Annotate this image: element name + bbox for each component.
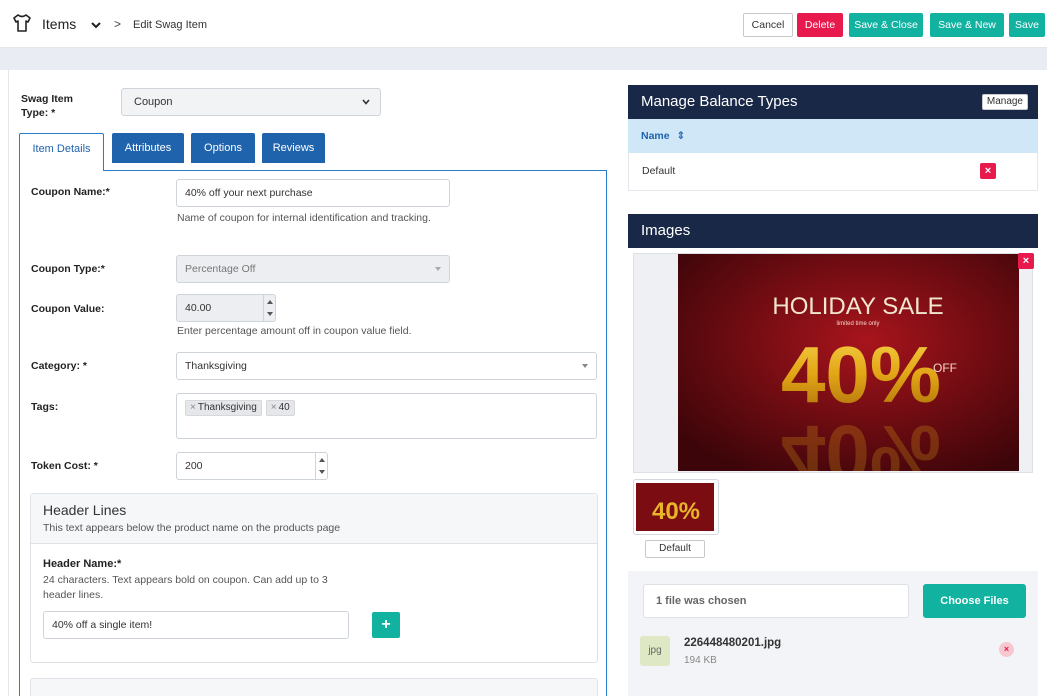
header-name-help: 24 characters. Text appears bold on coup… xyxy=(43,574,328,601)
breadcrumb-items[interactable]: Items xyxy=(42,16,76,32)
svg-text:limited time only: limited time only xyxy=(836,321,879,327)
swag-item-type-select[interactable]: Coupon xyxy=(121,88,381,116)
swag-item-type-label: Swag Item Type: * xyxy=(21,93,73,119)
caret-down-icon xyxy=(582,364,588,368)
balance-types-title: Manage Balance Types xyxy=(641,93,798,110)
holiday-sale-image: HOLIDAY SALE limited time only 40% 40% O… xyxy=(678,254,1019,471)
header-name-input[interactable]: 40% off a single item! xyxy=(43,611,349,639)
category-label: Category: * xyxy=(31,360,88,372)
coupon-type-label: Coupon Type:* xyxy=(31,263,105,275)
header-lines-title: Header Lines xyxy=(43,502,127,518)
save-close-button[interactable]: Save & Close xyxy=(849,13,923,37)
token-cost-input[interactable]: 200 xyxy=(176,452,328,480)
column-name: Name xyxy=(641,130,670,142)
balance-table-header[interactable]: Name ⇕ xyxy=(628,119,1038,153)
remove-tag-icon[interactable]: × xyxy=(190,402,196,413)
default-image-badge[interactable]: Default xyxy=(645,540,705,558)
category-value: Thanksgiving xyxy=(185,360,247,372)
coupon-value-label: Coupon Value: xyxy=(31,303,105,315)
breadcrumb-separator: > xyxy=(114,17,122,31)
tab-item-details[interactable]: Item Details xyxy=(19,133,104,171)
header-lines-subtitle: This text appears below the product name… xyxy=(43,522,341,534)
svg-text:40%: 40% xyxy=(652,498,700,525)
coupon-value-help: Enter percentage amount off in coupon va… xyxy=(177,325,412,337)
tab-attributes[interactable]: Attributes xyxy=(112,133,184,163)
coupon-name-label: Coupon Name:* xyxy=(31,186,110,198)
header-lines-head: Header Lines This text appears below the… xyxy=(31,494,597,544)
svg-text:40%: 40% xyxy=(781,330,941,419)
save-new-button[interactable]: Save & New xyxy=(930,13,1004,37)
sort-icon: ⇕ xyxy=(676,130,686,142)
tab-reviews[interactable]: Reviews xyxy=(262,133,325,163)
remove-tag-icon[interactable]: × xyxy=(271,402,277,413)
file-type-icon: jpg xyxy=(640,636,670,666)
table-row: Default xyxy=(628,153,1038,191)
coupon-name-help: Name of coupon for internal identificati… xyxy=(177,212,431,224)
chevron-down-icon[interactable] xyxy=(90,19,102,31)
next-section xyxy=(30,678,598,696)
manage-button[interactable]: Manage xyxy=(981,94,1028,110)
delete-button[interactable]: Delete xyxy=(797,13,843,37)
tags-input[interactable]: × Thanksgiving × 40 xyxy=(176,393,597,439)
images-header: Images xyxy=(628,214,1038,248)
cancel-button[interactable]: Cancel xyxy=(743,13,793,37)
coupon-value-input[interactable]: 40.00 xyxy=(176,294,276,322)
tag-chip[interactable]: × Thanksgiving xyxy=(185,400,262,416)
add-header-line-button[interactable]: + xyxy=(372,612,400,638)
balance-types-header: Manage Balance Types Manage xyxy=(628,85,1038,119)
save-button[interactable]: Save xyxy=(1009,13,1045,37)
swag-item-type-value: Coupon xyxy=(134,96,173,108)
remove-image-icon[interactable]: × xyxy=(1018,253,1034,269)
svg-text:HOLIDAY SALE: HOLIDAY SALE xyxy=(772,293,943,320)
file-input[interactable]: 1 file was chosen xyxy=(643,584,909,618)
category-select[interactable]: Thanksgiving xyxy=(176,352,597,380)
chevron-down-icon xyxy=(362,99,370,105)
coupon-type-value: Percentage Off xyxy=(185,263,256,275)
top-bar: Items > Edit Swag Item Cancel Delete Sav… xyxy=(0,0,1047,48)
choose-files-button[interactable]: Choose Files xyxy=(923,584,1026,618)
file-name: 226448480201.jpg xyxy=(684,637,782,649)
tab-options[interactable]: Options xyxy=(191,133,255,163)
tag-label: 40 xyxy=(278,402,290,413)
file-size: 194 KB xyxy=(684,655,717,666)
spinner-icon[interactable] xyxy=(263,295,275,321)
holiday-sale-thumbnail[interactable]: 40% xyxy=(636,483,714,531)
header-name-label: Header Name:* xyxy=(43,558,122,570)
svg-text:OFF: OFF xyxy=(933,361,957,375)
breadcrumb-current: Edit Swag Item xyxy=(133,19,207,31)
tags-label: Tags: xyxy=(31,401,59,413)
left-divider xyxy=(8,70,9,696)
balance-row-name: Default xyxy=(642,165,676,177)
coupon-value-text: 40.00 xyxy=(185,302,212,314)
tag-chip[interactable]: × 40 xyxy=(265,400,295,416)
delete-row-icon[interactable]: × xyxy=(980,163,996,179)
token-cost-label: Token Cost: * xyxy=(31,460,98,472)
tag-label: Thanksgiving xyxy=(197,402,257,413)
caret-down-icon xyxy=(435,267,441,271)
spinner-icon[interactable] xyxy=(315,453,327,479)
token-cost-value: 200 xyxy=(185,460,203,472)
sub-header-strip xyxy=(0,48,1047,70)
images-title: Images xyxy=(641,222,691,239)
svg-text:40%: 40% xyxy=(781,409,941,471)
coupon-name-input[interactable]: 40% off your next purchase xyxy=(176,179,450,207)
tshirt-icon xyxy=(13,14,31,32)
coupon-type-select: Percentage Off xyxy=(176,255,450,283)
remove-file-icon[interactable]: × xyxy=(999,642,1014,657)
